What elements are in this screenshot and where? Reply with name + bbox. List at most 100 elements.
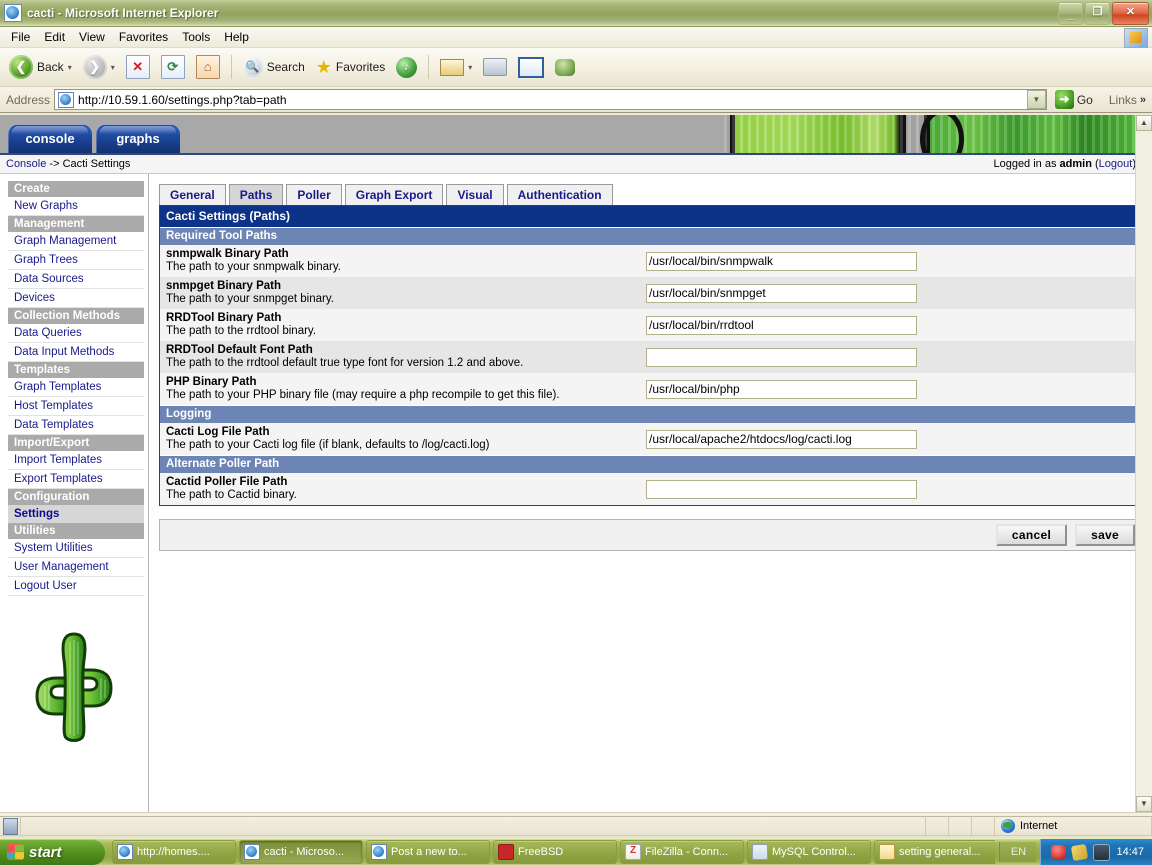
taskbar-item-post-new[interactable]: Post a new to... <box>366 840 490 864</box>
setting-label-col: Cactid Poller File Path The path to Cact… <box>160 473 646 505</box>
status-spacer-3 <box>971 816 995 836</box>
sidebar-item-host-templates[interactable]: Host Templates <box>8 397 144 416</box>
tab-authentication[interactable]: Authentication <box>506 184 613 205</box>
taskbar-item-setting-general[interactable]: setting general... <box>874 840 996 864</box>
messenger-button[interactable] <box>550 57 580 78</box>
pencil-icon[interactable] <box>1071 843 1089 861</box>
setting-row-cacti-log: Cacti Log File Path The path to your Cac… <box>160 423 1141 455</box>
ie-icon <box>244 844 260 860</box>
sidebar-item-devices[interactable]: Devices <box>8 289 144 308</box>
back-button[interactable]: ❮ Back ▾ <box>4 53 77 81</box>
address-dropdown-icon[interactable]: ▼ <box>1026 90 1046 109</box>
search-button[interactable]: 🔍 Search <box>238 55 310 79</box>
snmpget-path-input[interactable] <box>646 283 917 303</box>
breadcrumb: Console -> Cacti Settings <box>6 158 130 170</box>
maximize-button[interactable]: ❐ <box>1085 2 1110 25</box>
sidebar-item-data-input-methods[interactable]: Data Input Methods <box>8 343 144 362</box>
sidebar-item-logout-user[interactable]: Logout User <box>8 577 144 596</box>
forward-dropdown-icon: ▾ <box>110 62 115 72</box>
logout-link[interactable]: Logout <box>1099 158 1133 170</box>
address-input[interactable]: http://10.59.1.60/settings.php?tab=path … <box>54 89 1047 110</box>
browser-window: cacti - Microsoft Internet Explorer _ ❐ … <box>0 0 1152 838</box>
snmpwalk-path-input[interactable] <box>646 251 917 271</box>
links-label: Links <box>1108 92 1137 107</box>
tab-console[interactable]: console <box>8 124 92 153</box>
tab-visual[interactable]: Visual <box>446 184 504 205</box>
go-button[interactable]: ➜ Go <box>1051 90 1097 109</box>
rrdtool-font-path-input[interactable] <box>646 347 917 367</box>
sidebar-item-user-management[interactable]: User Management <box>8 558 144 577</box>
cactus-banner-art <box>724 115 1136 153</box>
sidebar-item-system-utilities[interactable]: System Utilities <box>8 539 144 558</box>
sidebar-item-graph-management[interactable]: Graph Management <box>8 232 144 251</box>
document-icon <box>879 844 895 860</box>
taskbar-clock[interactable]: 14:47 <box>1116 846 1144 858</box>
cancel-button[interactable]: cancel <box>995 524 1068 546</box>
menu-view[interactable]: View <box>72 28 112 46</box>
php-path-input[interactable] <box>646 379 917 399</box>
scroll-up-icon[interactable]: ▲ <box>1136 115 1152 131</box>
start-button[interactable]: start <box>0 839 105 865</box>
section-logging: Logging <box>160 405 1141 423</box>
forward-button[interactable]: ❯ ▾ <box>78 53 120 81</box>
maximize-icon: ❐ <box>1092 6 1103 18</box>
menu-favorites[interactable]: Favorites <box>112 28 175 46</box>
form-action-bar: cancel save <box>159 519 1142 551</box>
close-button[interactable]: ✕ <box>1112 2 1149 25</box>
sidebar-item-import-templates[interactable]: Import Templates <box>8 451 144 470</box>
back-label: Back <box>37 60 64 74</box>
taskbar-item-homes[interactable]: http://homes.... <box>112 840 236 864</box>
setting-input-col <box>646 379 1141 399</box>
tab-poller[interactable]: Poller <box>286 184 342 205</box>
cactid-path-input[interactable] <box>646 479 917 499</box>
refresh-button[interactable]: ⟳ <box>156 53 190 81</box>
minimize-button[interactable]: _ <box>1058 2 1083 25</box>
sidebar-item-data-sources[interactable]: Data Sources <box>8 270 144 289</box>
cacti-log-path-input[interactable] <box>646 429 917 449</box>
sidebar-item-graph-trees[interactable]: Graph Trees <box>8 251 144 270</box>
camera-icon[interactable] <box>1093 843 1111 861</box>
taskbar-item-label: setting general... <box>899 846 981 858</box>
taskbar-item-filezilla[interactable]: FileZilla - Conn... <box>620 840 744 864</box>
scroll-down-icon[interactable]: ▼ <box>1136 796 1152 812</box>
taskbar-item-freebsd[interactable]: FreeBSD <box>493 840 617 864</box>
sidebar-item-graph-templates[interactable]: Graph Templates <box>8 378 144 397</box>
home-button[interactable]: ⌂ <box>191 53 225 81</box>
start-label: start <box>29 843 62 861</box>
edit-button[interactable] <box>513 55 549 80</box>
tab-paths[interactable]: Paths <box>228 184 284 205</box>
browser-status-bar: Internet <box>0 812 1152 839</box>
sidebar-item-settings[interactable]: Settings <box>8 505 144 523</box>
tab-graphs[interactable]: graphs <box>96 124 180 153</box>
language-indicator[interactable]: EN <box>999 842 1037 862</box>
taskbar-item-cacti[interactable]: cacti - Microso... <box>239 840 363 864</box>
rrdtool-path-input[interactable] <box>646 315 917 335</box>
breadcrumb-console-link[interactable]: Console <box>6 158 46 170</box>
messenger-icon <box>555 58 576 76</box>
print-button[interactable] <box>478 56 512 78</box>
logout-open-paren: ( <box>1091 158 1099 170</box>
menu-tools[interactable]: Tools <box>175 28 217 46</box>
favorites-button[interactable]: ★ Favorites <box>311 56 391 78</box>
menu-file[interactable]: File <box>4 28 37 46</box>
menu-help[interactable]: Help <box>217 28 256 46</box>
setting-label: Cactid Poller File Path <box>166 476 288 488</box>
cactus-left-arm <box>35 676 69 716</box>
taskbar-item-mysql[interactable]: MySQL Control... <box>747 840 871 864</box>
menu-edit[interactable]: Edit <box>37 28 72 46</box>
mail-dropdown-icon[interactable]: ▾ <box>468 63 472 72</box>
save-button[interactable]: save <box>1075 524 1135 546</box>
sidebar-item-new-graphs[interactable]: New Graphs <box>8 197 144 216</box>
tab-graph-export[interactable]: Graph Export <box>344 184 444 205</box>
stop-button[interactable]: ✕ <box>121 53 155 81</box>
sidebar-item-data-queries[interactable]: Data Queries <box>8 324 144 343</box>
page-scrollbar-vertical[interactable]: ▲ ▼ <box>1135 115 1152 812</box>
tab-general[interactable]: General <box>159 184 226 205</box>
sidebar-item-export-templates[interactable]: Export Templates <box>8 470 144 489</box>
mail-button[interactable]: ▾ <box>435 57 477 78</box>
shield-icon[interactable] <box>1051 844 1067 860</box>
media-button[interactable]: ♪ <box>391 55 422 80</box>
sidebar-item-data-templates[interactable]: Data Templates <box>8 416 144 435</box>
links-button[interactable]: Links » <box>1101 93 1152 107</box>
back-dropdown-icon[interactable]: ▾ <box>68 63 72 72</box>
